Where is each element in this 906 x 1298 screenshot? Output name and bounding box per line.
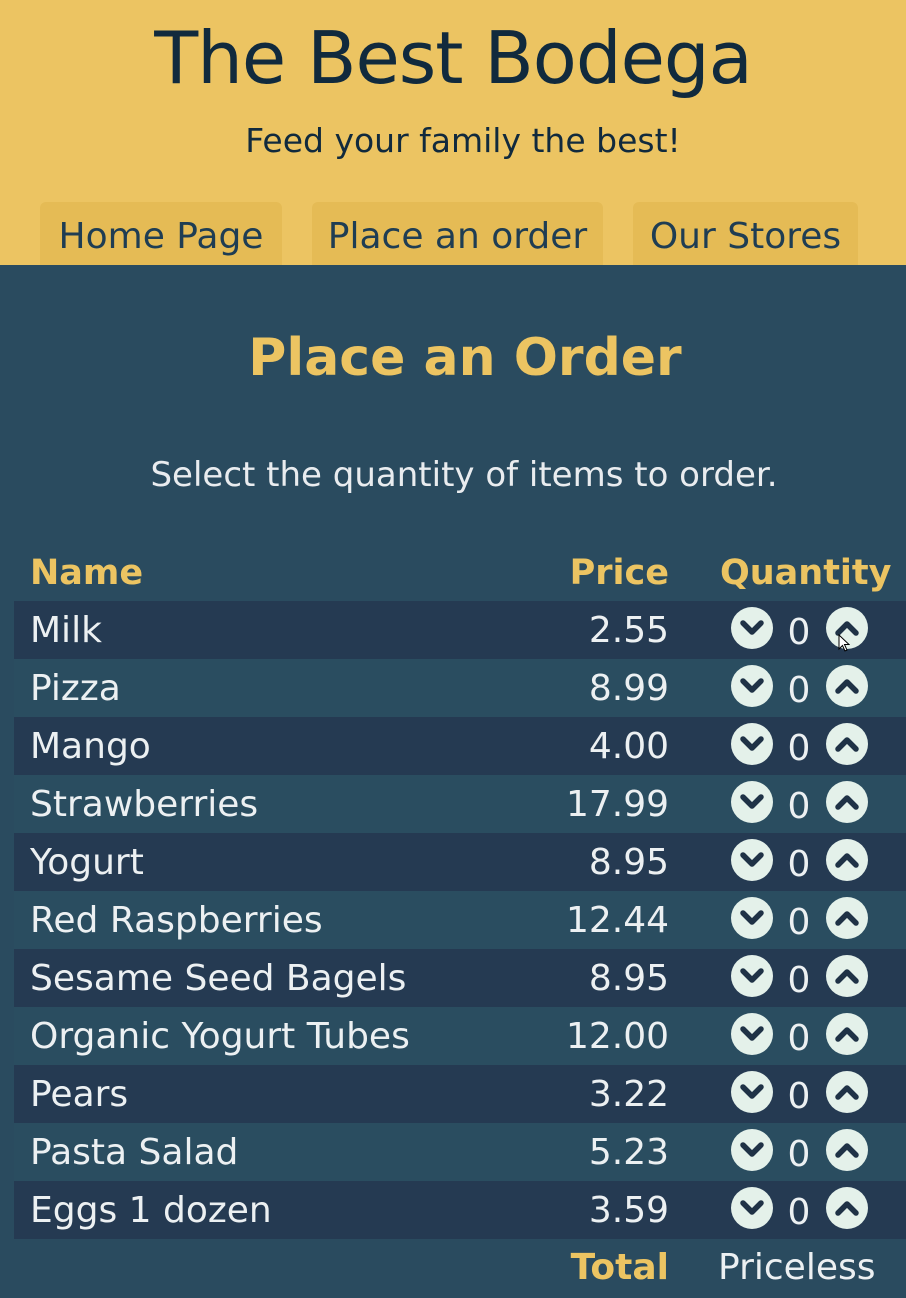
item-price: 8.95: [588, 842, 669, 883]
item-quantity: 0: [787, 902, 811, 943]
increase-quantity-button[interactable]: [826, 723, 868, 765]
table-row: Milk 2.55 0: [14, 601, 906, 659]
decrease-quantity-button[interactable]: [731, 665, 773, 707]
item-price: 5.23: [588, 1132, 669, 1173]
increase-quantity-button[interactable]: [826, 665, 868, 707]
site-tagline: Feed your family the best!: [245, 121, 681, 160]
table-row: Pizza 8.99 0: [14, 659, 906, 717]
order-table-body: Milk 2.55 0 Pizza 8.99 0 Mango 4.00 0 Strawberrie…: [14, 601, 906, 1239]
item-price: 3.22: [588, 1074, 669, 1115]
item-price: 12.44: [565, 900, 669, 941]
item-quantity: 0: [787, 960, 811, 1001]
item-name: Sesame Seed Bagels: [30, 958, 407, 999]
item-name: Yogurt: [30, 842, 144, 883]
order-instructions: Select the quantity of items to order.: [150, 455, 778, 495]
total-label: Total: [570, 1247, 669, 1288]
decrease-quantity-button[interactable]: [731, 1187, 773, 1229]
total-value: Priceless: [718, 1247, 876, 1288]
increase-quantity-button[interactable]: [826, 1013, 868, 1055]
item-quantity: 0: [787, 786, 811, 827]
item-name: Mango: [30, 726, 151, 767]
item-name: Organic Yogurt Tubes: [30, 1016, 410, 1057]
increase-quantity-button[interactable]: [826, 1187, 868, 1229]
decrease-quantity-button[interactable]: [731, 781, 773, 823]
nav-tab-home[interactable]: Home Page: [40, 202, 282, 265]
item-quantity: 0: [787, 844, 811, 885]
item-quantity: 0: [787, 1192, 811, 1233]
item-price: 8.95: [588, 958, 669, 999]
item-name: Pizza: [30, 668, 121, 709]
item-name: Pears: [30, 1074, 129, 1115]
increase-quantity-button[interactable]: [826, 1129, 868, 1171]
item-price: 17.99: [565, 784, 669, 825]
table-row: Pears 3.22 0: [14, 1065, 906, 1123]
item-quantity: 0: [787, 728, 811, 769]
item-quantity: 0: [787, 612, 811, 653]
decrease-quantity-button[interactable]: [731, 839, 773, 881]
increase-quantity-button[interactable]: [826, 1071, 868, 1113]
item-quantity: 0: [787, 1134, 811, 1175]
table-row: Yogurt 8.95 0: [14, 833, 906, 891]
decrease-quantity-button[interactable]: [731, 1071, 773, 1113]
item-price: 2.55: [588, 610, 669, 651]
item-name: Strawberries: [30, 784, 259, 825]
site-header: The Best Bodega Feed your family the bes…: [0, 0, 906, 265]
site-title: The Best Bodega: [154, 16, 752, 100]
decrease-quantity-button[interactable]: [731, 1129, 773, 1171]
item-price: 8.99: [588, 668, 669, 709]
item-name: Milk: [30, 610, 102, 651]
increase-quantity-button[interactable]: [826, 839, 868, 881]
nav-tab-place-order[interactable]: Place an order: [312, 202, 603, 265]
table-row: Strawberries 17.99 0: [14, 775, 906, 833]
mouse-cursor-icon: [838, 634, 850, 652]
table-row: Eggs 1 dozen 3.59 0: [14, 1181, 906, 1239]
item-name: Eggs 1 dozen: [30, 1190, 272, 1231]
increase-quantity-button[interactable]: [826, 897, 868, 939]
column-header-quantity: Quantity: [720, 553, 892, 593]
table-row: Mango 4.00 0: [14, 717, 906, 775]
table-row: Red Raspberries 12.44 0: [14, 891, 906, 949]
item-price: 3.59: [588, 1190, 669, 1231]
item-quantity: 0: [787, 1018, 811, 1059]
item-quantity: 0: [787, 1076, 811, 1117]
item-quantity: 0: [787, 670, 811, 711]
item-name: Red Raspberries: [30, 900, 323, 941]
page-title: Place an Order: [248, 328, 682, 388]
item-price: 12.00: [565, 1016, 669, 1057]
decrease-quantity-button[interactable]: [731, 607, 773, 649]
table-row: Organic Yogurt Tubes 12.00 0: [14, 1007, 906, 1065]
column-header-name: Name: [30, 553, 144, 593]
column-header-price: Price: [569, 553, 669, 593]
table-row: Sesame Seed Bagels 8.95 0: [14, 949, 906, 1007]
item-name: Pasta Salad: [30, 1132, 239, 1173]
increase-quantity-button[interactable]: [826, 955, 868, 997]
decrease-quantity-button[interactable]: [731, 897, 773, 939]
decrease-quantity-button[interactable]: [731, 723, 773, 765]
decrease-quantity-button[interactable]: [731, 1013, 773, 1055]
item-price: 4.00: [588, 726, 669, 767]
increase-quantity-button[interactable]: [826, 781, 868, 823]
table-row: Pasta Salad 5.23 0: [14, 1123, 906, 1181]
decrease-quantity-button[interactable]: [731, 955, 773, 997]
nav-tab-our-stores[interactable]: Our Stores: [633, 202, 858, 265]
